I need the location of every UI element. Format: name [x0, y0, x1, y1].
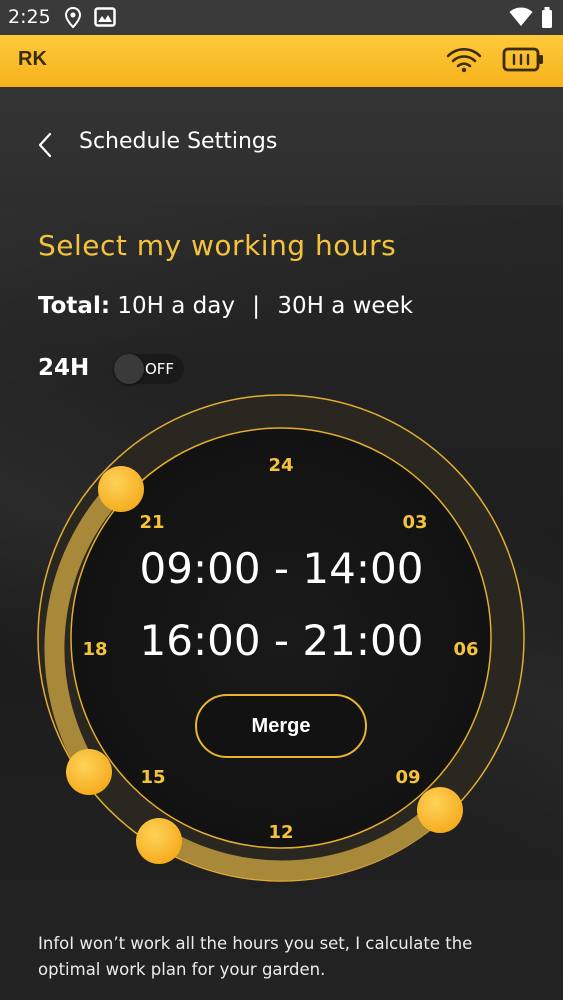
location-icon [64, 7, 82, 29]
schedule-screen: Schedule Settings Select my working hour… [0, 87, 563, 1000]
time-slot-1: 09:00 - 14:00 [139, 544, 424, 593]
brand-logo: RK [18, 48, 47, 70]
battery-icon [542, 7, 552, 28]
hour-label-15: 15 [140, 767, 165, 788]
merge-button[interactable]: Merge [195, 694, 367, 758]
hour-label-12: 12 [268, 822, 293, 843]
status-time: 2:25 [8, 6, 51, 28]
range-handle-start-2[interactable] [66, 749, 112, 795]
time-slot-2: 16:00 - 21:00 [139, 616, 424, 665]
mail-icon [94, 7, 116, 27]
hour-label-03: 03 [402, 512, 427, 533]
hour-label-24: 24 [268, 455, 293, 476]
info-text: InfoI won’t work all the hours you set, … [38, 934, 473, 979]
wifi-icon [509, 7, 533, 26]
range-handle-end-1[interactable] [136, 818, 182, 864]
wifi-icon[interactable] [444, 45, 484, 75]
app-bar: RK [0, 35, 563, 87]
status-bar: 2:25 [0, 0, 563, 35]
hour-label-21: 21 [139, 512, 164, 533]
battery-icon[interactable] [501, 45, 547, 75]
hour-label-09: 09 [395, 767, 420, 788]
range-handle-end-2[interactable] [98, 466, 144, 512]
range-handle-start-1[interactable] [417, 787, 463, 833]
